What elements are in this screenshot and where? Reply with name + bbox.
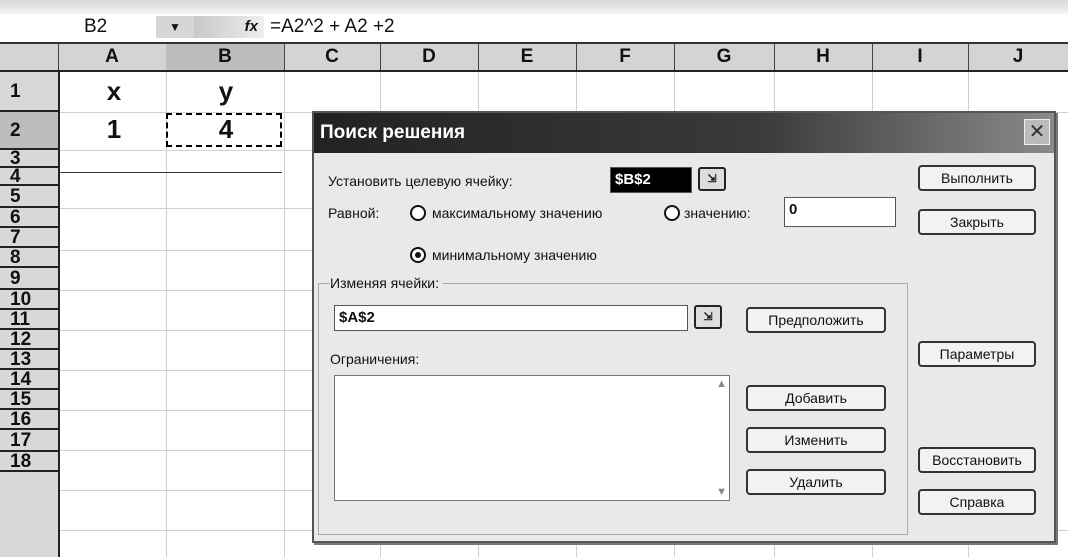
constraints-list[interactable]: ▲ ▼ — [334, 375, 730, 501]
row-header[interactable]: 12 — [0, 330, 58, 350]
grid-line — [60, 208, 312, 209]
name-box-dropdown-icon[interactable]: ▼ — [156, 16, 194, 38]
row-header[interactable]: 6 — [0, 208, 58, 228]
row-header[interactable]: 7 — [0, 228, 58, 248]
dialog-title: Поиск решения — [320, 122, 466, 143]
add-button[interactable]: Добавить — [746, 385, 886, 411]
scroll-up-icon[interactable]: ▲ — [716, 378, 727, 390]
scroll-down-icon[interactable]: ▼ — [716, 486, 727, 498]
close-button[interactable]: Закрыть — [918, 209, 1036, 235]
row-header[interactable]: 4 — [0, 167, 58, 186]
row-header[interactable]: 10 — [0, 290, 58, 310]
column-header-d[interactable]: D — [380, 44, 479, 70]
toolbar-strip — [0, 0, 1068, 14]
range-picker-icon[interactable]: ⇲ — [694, 305, 722, 329]
changing-cells-label: Изменяя ячейки: — [330, 275, 443, 291]
row-header[interactable]: 8 — [0, 248, 58, 268]
row-header[interactable]: 11 — [0, 310, 58, 330]
name-box[interactable]: B2 — [64, 16, 156, 38]
radio-max-label[interactable]: максимальному значению — [432, 205, 602, 221]
row-header[interactable]: 1 — [0, 72, 58, 112]
radio-max[interactable] — [410, 205, 426, 221]
grid-line — [60, 410, 312, 411]
row-col-corner[interactable] — [0, 44, 59, 70]
row-header[interactable]: 18 — [0, 452, 58, 472]
grid-line — [60, 290, 312, 291]
row-header[interactable]: 16 — [0, 410, 58, 430]
row-header[interactable]: 5 — [0, 186, 58, 208]
column-header-e[interactable]: E — [478, 44, 577, 70]
range-picker-icon[interactable]: ⇲ — [698, 167, 726, 191]
grid-line — [60, 330, 312, 331]
change-button[interactable]: Изменить — [746, 427, 886, 453]
options-button[interactable]: Параметры — [918, 341, 1036, 367]
delete-button[interactable]: Удалить — [746, 469, 886, 495]
grid-line — [284, 72, 285, 557]
radio-value-label[interactable]: значению: — [684, 205, 751, 221]
formula-input[interactable]: =A2^2 + A2 +2 — [270, 16, 395, 38]
reset-button[interactable]: Восстановить — [918, 447, 1036, 473]
column-header-g[interactable]: G — [674, 44, 775, 70]
column-header-h[interactable]: H — [774, 44, 873, 70]
column-header-i[interactable]: I — [872, 44, 969, 70]
value-input[interactable]: 0 — [784, 197, 896, 227]
row-header[interactable]: 14 — [0, 370, 58, 390]
grid-line — [60, 490, 312, 491]
fx-icon[interactable]: fx — [194, 16, 264, 38]
grid-line — [60, 370, 312, 371]
cell-a1[interactable]: x — [62, 76, 166, 107]
close-icon[interactable]: ✕ — [1024, 119, 1050, 145]
row-header[interactable]: 13 — [0, 350, 58, 370]
column-header-j[interactable]: J — [968, 44, 1068, 70]
solver-dialog: Поиск решения ✕ Установить целевую ячейк… — [312, 111, 1056, 543]
cell-b1[interactable]: y — [170, 76, 282, 107]
radio-value[interactable] — [664, 205, 680, 221]
row-header[interactable]: 9 — [0, 268, 58, 290]
grid-line — [60, 150, 312, 151]
grid-line — [60, 450, 312, 451]
constraints-label: Ограничения: — [330, 351, 420, 367]
run-button[interactable]: Выполнить — [918, 165, 1036, 191]
column-header-c[interactable]: C — [284, 44, 381, 70]
grid-line — [60, 172, 282, 173]
row-header[interactable]: 15 — [0, 390, 58, 410]
column-header-b[interactable]: B — [166, 44, 285, 70]
help-button[interactable]: Справка — [918, 489, 1036, 515]
guess-button[interactable]: Предположить — [746, 307, 886, 333]
target-cell-input[interactable]: $B$2 — [610, 167, 692, 193]
column-header-a[interactable]: A — [58, 44, 167, 70]
formula-bar: B2 ▼ fx =A2^2 + A2 +2 — [0, 0, 1068, 44]
target-cell-label: Установить целевую ячейку: — [328, 173, 513, 189]
dialog-titlebar[interactable]: Поиск решения ✕ — [314, 113, 1054, 153]
cell-a2[interactable]: 1 — [62, 114, 166, 145]
row-headers: 1 2 3 4 5 6 7 8 9 10 11 12 13 14 15 16 1… — [0, 72, 60, 557]
radio-min[interactable] — [410, 247, 426, 263]
cell-b2[interactable]: 4 — [170, 114, 282, 145]
radio-min-label[interactable]: минимальному значению — [432, 247, 597, 263]
row-header[interactable]: 3 — [0, 149, 58, 168]
column-headers: A B C D E F G H I J — [0, 44, 1068, 72]
grid-line — [60, 250, 312, 251]
equal-to-label: Равной: — [328, 205, 380, 221]
column-header-f[interactable]: F — [576, 44, 675, 70]
row-header[interactable]: 17 — [0, 430, 58, 452]
row-header[interactable]: 2 — [0, 112, 58, 150]
changing-cells-input[interactable]: $A$2 — [334, 305, 688, 331]
